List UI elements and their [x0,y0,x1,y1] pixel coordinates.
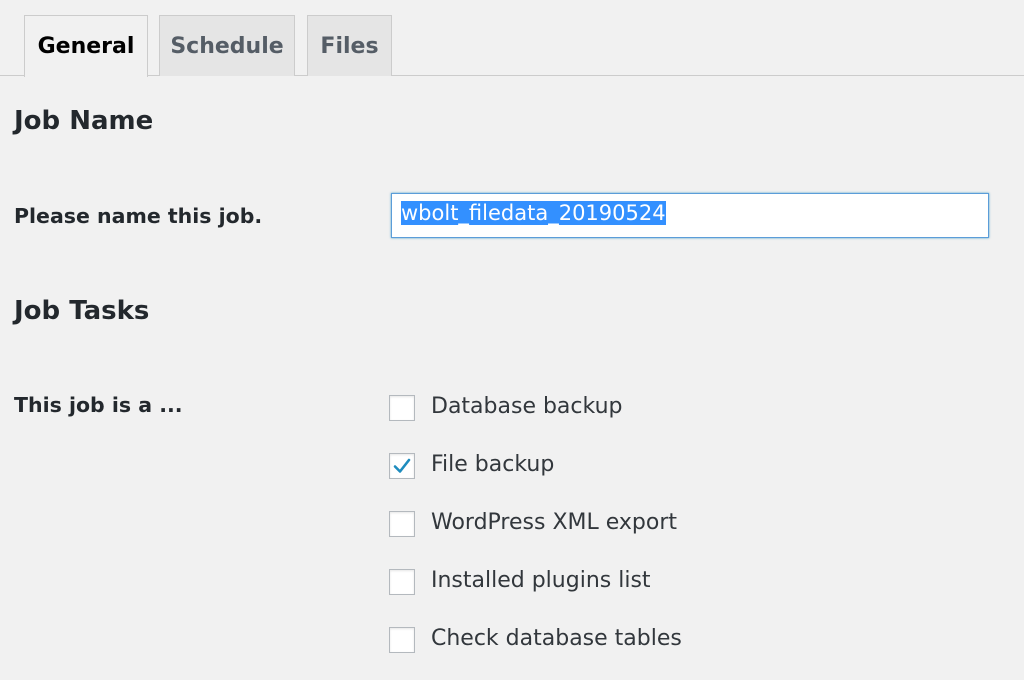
job-name-heading: Job Name [14,106,154,136]
database-backup-checkbox[interactable] [389,395,415,421]
tab-schedule[interactable]: Schedule [159,15,295,76]
job-name-input[interactable]: wbolt_filedata_20190524 [391,193,989,238]
job-name-label: Please name this job. [14,204,263,228]
wordpress-xml-export-label[interactable]: WordPress XML export [431,510,677,535]
database-backup-label[interactable]: Database backup [431,394,622,419]
tab-files[interactable]: Files [307,15,392,76]
tab-bar: General Schedule Files [0,0,1024,77]
check-database-tables-checkbox[interactable] [389,627,415,653]
job-tasks-label: This job is a ... [14,393,183,417]
job-tasks-heading: Job Tasks [14,296,150,326]
file-backup-checkbox[interactable] [389,453,415,479]
check-database-tables-label[interactable]: Check database tables [431,626,682,651]
tab-general[interactable]: General [24,15,148,77]
file-backup-label[interactable]: File backup [431,452,554,477]
installed-plugins-list-checkbox[interactable] [389,569,415,595]
checkmark-icon [393,458,411,473]
wordpress-xml-export-checkbox[interactable] [389,511,415,537]
installed-plugins-list-label[interactable]: Installed plugins list [431,568,651,593]
job-name-input-value: wbolt_filedata_20190524 [401,201,666,225]
